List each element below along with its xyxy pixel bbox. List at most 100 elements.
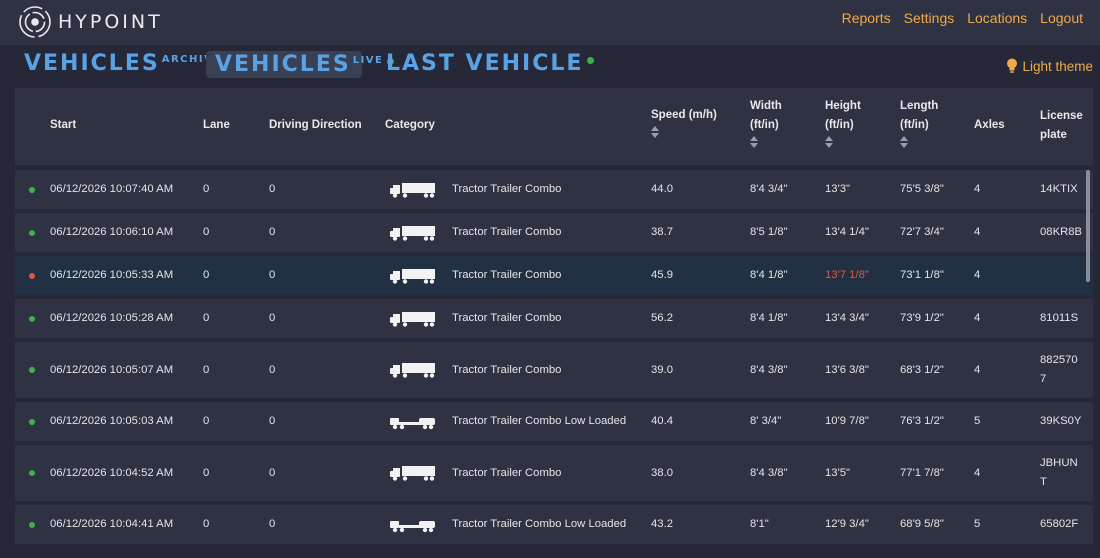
cell-width: 8'4 3/8" xyxy=(750,467,788,479)
cell-width: 8'5 1/8" xyxy=(750,226,788,238)
status-dot xyxy=(29,470,35,476)
tab-vehicles-archive[interactable]: VEHICLES ARCHIVE xyxy=(24,50,220,78)
table-row[interactable]: 06/12/2026 10:05:28 AM 0 0 Tractor Trailer … xyxy=(15,299,1093,338)
col-speed-header[interactable]: Speed (m/h) xyxy=(651,106,717,138)
tractor-trailer-icon xyxy=(390,466,435,481)
nav-logout-link[interactable]: Logout xyxy=(1040,10,1083,26)
cell-lane: 0 xyxy=(203,183,210,195)
col-lane-header[interactable]: Lane xyxy=(203,116,230,135)
sort-height-icon[interactable] xyxy=(825,136,833,148)
cell-direction: 0 xyxy=(269,364,276,376)
cell-category: Tractor Trailer Combo xyxy=(452,312,562,324)
col-plate-header[interactable]: License plate xyxy=(1040,107,1083,145)
cell-start: 06/12/2026 10:06:10 AM xyxy=(50,226,174,238)
col-axles-header[interactable]: Axles xyxy=(974,116,1005,135)
table-row[interactable]: 06/12/2026 10:05:33 AM 0 0 Tractor Trailer … xyxy=(15,256,1093,295)
light-theme-toggle[interactable]: Light theme xyxy=(1006,58,1093,74)
nav-settings-link[interactable]: Settings xyxy=(904,10,955,26)
col-start-header[interactable]: Start xyxy=(50,116,76,135)
cell-axles: 4 xyxy=(974,226,981,238)
col-length-label: Length xyxy=(900,100,939,112)
col-width-header[interactable]: Width (ft/in) xyxy=(750,97,782,148)
plate-line: 14KTIX xyxy=(1040,183,1078,195)
cell-lane: 0 xyxy=(203,312,210,324)
nav-locations-link[interactable]: Locations xyxy=(967,10,1027,26)
sort-speed-icon[interactable] xyxy=(651,126,659,138)
cell-height: 13'6 3/8" xyxy=(825,364,869,376)
cell-start: 06/12/2026 10:05:07 AM xyxy=(50,364,174,376)
plate-line: 08KR8B xyxy=(1040,226,1083,238)
cell-direction: 0 xyxy=(269,312,276,324)
tab-vehicles-live[interactable]: VEHICLES LIVE xyxy=(206,51,395,78)
col-length-header[interactable]: Length (ft/in) xyxy=(900,97,938,148)
sort-length-icon[interactable] xyxy=(900,136,908,148)
cell-start: 06/12/2026 10:05:28 AM xyxy=(50,312,174,324)
status-dot xyxy=(29,419,35,425)
low-loader-icon xyxy=(390,521,435,533)
cell-start: 06/12/2026 10:05:03 AM xyxy=(50,415,174,427)
cell-width: 8' 3/4" xyxy=(750,415,782,427)
cell-category: Tractor Trailer Combo xyxy=(452,226,562,238)
cell-axles: 4 xyxy=(974,269,981,281)
plate-line: 65802F xyxy=(1040,518,1079,530)
cell-length: 72'7 3/4" xyxy=(900,226,944,238)
main-nav: Reports Settings Locations Logout xyxy=(842,10,1083,26)
plate-line: 7 xyxy=(1040,373,1047,385)
cell-height: 13'4 3/4" xyxy=(825,312,869,324)
tab-archive-label: VEHICLES xyxy=(24,51,160,76)
cell-width: 8'4 1/8" xyxy=(750,269,788,281)
table-row[interactable]: 06/12/2026 10:04:52 AM 0 0 Tractor Trailer … xyxy=(15,445,1093,501)
table-row[interactable]: 06/12/2026 10:07:40 AM 0 0 Tractor Trailer … xyxy=(15,170,1093,209)
tractor-trailer-icon xyxy=(390,226,435,241)
tractor-trailer-icon xyxy=(390,312,435,327)
cell-height: 13'4 1/4" xyxy=(825,226,869,238)
col-category-header[interactable]: Category xyxy=(385,116,435,135)
col-width-label: Width xyxy=(750,100,782,112)
cell-speed: 44.0 xyxy=(651,183,673,195)
col-height-header[interactable]: Height (ft/in) xyxy=(825,97,861,148)
col-length-unit: (ft/in) xyxy=(900,119,929,131)
cell-lane: 0 xyxy=(203,467,210,479)
plate-line: JBHUN xyxy=(1040,457,1078,469)
cell-plate: 882570 7 xyxy=(1040,351,1078,389)
table-row[interactable]: 06/12/2026 10:06:10 AM 0 0 Tractor Trailer … xyxy=(15,213,1093,252)
sort-width-icon[interactable] xyxy=(750,136,758,148)
tractor-trailer-icon xyxy=(390,183,435,198)
cell-category: Tractor Trailer Combo xyxy=(452,467,562,479)
col-height-unit: (ft/in) xyxy=(825,119,854,131)
cell-length: 75'5 3/8" xyxy=(900,183,944,195)
status-dot xyxy=(29,367,35,373)
cell-speed: 56.2 xyxy=(651,312,673,324)
cell-length: 77'1 7/8" xyxy=(900,467,944,479)
tab-live-label: VEHICLES xyxy=(215,52,351,77)
cell-speed: 43.2 xyxy=(651,518,673,530)
cell-plate: JBHUN T xyxy=(1040,454,1078,492)
cell-direction: 0 xyxy=(269,415,276,427)
cell-axles: 5 xyxy=(974,518,981,530)
tab-last-label: LAST VEHICLE xyxy=(386,51,584,76)
plate-line: T xyxy=(1040,476,1047,488)
cell-direction: 0 xyxy=(269,226,276,238)
table-scrollbar[interactable] xyxy=(1086,170,1090,282)
cell-axles: 4 xyxy=(974,364,981,376)
app-logo[interactable]: HYPOINT xyxy=(18,5,163,39)
cell-length: 76'3 1/2" xyxy=(900,415,944,427)
nav-reports-link[interactable]: Reports xyxy=(842,10,891,26)
plate-line: 39KS0Y xyxy=(1040,415,1082,427)
light-theme-label: Light theme xyxy=(1022,58,1093,74)
col-width-unit: (ft/in) xyxy=(750,119,779,131)
status-dot xyxy=(29,522,35,528)
table-row[interactable]: 06/12/2026 10:05:03 AM 0 0 Tractor Trailer … xyxy=(15,402,1093,441)
table-row[interactable]: 06/12/2026 10:05:07 AM 0 0 Tractor Trailer … xyxy=(15,342,1093,398)
tab-last-vehicle[interactable]: LAST VEHICLE xyxy=(386,50,595,78)
tractor-trailer-icon xyxy=(390,269,435,284)
cell-category: Tractor Trailer Combo xyxy=(452,364,562,376)
cell-category: Tractor Trailer Combo Low Loaded xyxy=(452,415,627,427)
cell-lane: 0 xyxy=(203,226,210,238)
cell-axles: 4 xyxy=(974,312,981,324)
cell-plate: 14KTIX xyxy=(1040,180,1078,199)
table-row[interactable]: 06/12/2026 10:04:41 AM 0 0 Tractor Trailer … xyxy=(15,505,1093,544)
cell-axles: 4 xyxy=(974,467,981,479)
status-dot xyxy=(29,273,35,279)
col-direction-header[interactable]: Driving Direction xyxy=(269,116,362,135)
